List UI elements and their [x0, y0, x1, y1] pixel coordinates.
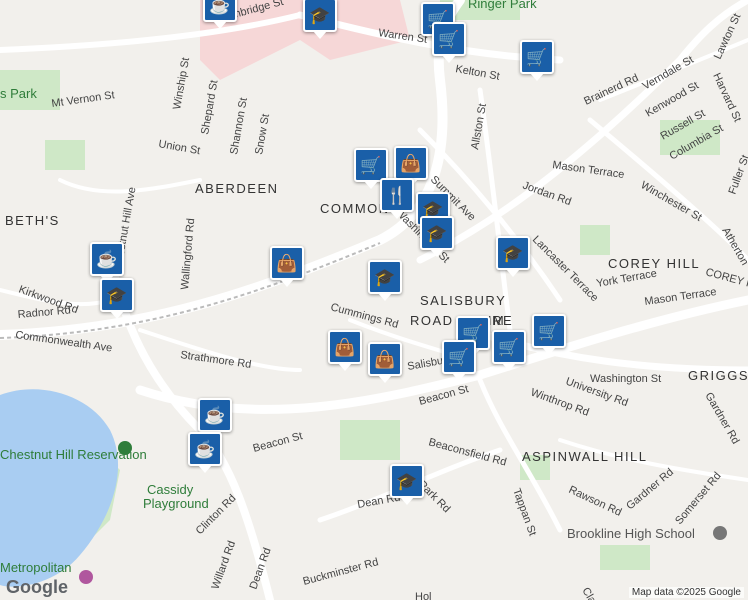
- poi-label-playground: Playground: [143, 496, 209, 511]
- cafe-marker[interactable]: ☕: [203, 0, 237, 29]
- area-label-beths: BETH'S: [5, 213, 60, 228]
- google-logo: Google: [6, 577, 68, 597]
- cafe-marker[interactable]: ☕: [90, 242, 124, 283]
- park-pin-icon: [118, 441, 132, 455]
- shop-marker[interactable]: 🛒: [432, 22, 466, 63]
- shop-marker[interactable]: 🛒: [520, 40, 554, 81]
- shop-marker[interactable]: 🛒: [532, 314, 566, 355]
- cafe-marker[interactable]: ☕: [188, 432, 222, 473]
- area-label-griggs: GRIGGS: [688, 368, 748, 383]
- shopping-bag-marker[interactable]: 👜: [328, 330, 362, 371]
- park-area-south: [600, 545, 650, 570]
- school-marker[interactable]: 🎓: [368, 260, 402, 301]
- shopping-bag-marker[interactable]: 👜: [394, 146, 428, 187]
- map-attribution: Map data ©2025 Google: [628, 587, 744, 598]
- school-marker[interactable]: 🎓: [100, 278, 134, 319]
- school-marker[interactable]: 🎓: [390, 464, 424, 505]
- school-marker[interactable]: 🎓: [496, 236, 530, 277]
- road-label-hol: Hol: [415, 591, 432, 600]
- school-pin-icon: [713, 526, 727, 540]
- shopping-bag-marker[interactable]: 👜: [270, 246, 304, 287]
- area-label-salisbury: SALISBURY: [420, 293, 506, 308]
- restaurant-marker[interactable]: 🍴: [380, 178, 414, 219]
- cafe-marker[interactable]: ☕: [198, 398, 232, 439]
- poi-label-metropolitan: Metropolitan: [0, 560, 72, 575]
- road-label-washington-st-south: Washington St: [590, 373, 661, 385]
- area-label-aspinwall-hill: ASPINWALL HILL: [522, 449, 648, 464]
- shop-marker[interactable]: 🛒: [442, 340, 476, 381]
- park-area-beacon: [340, 420, 400, 460]
- poi-label-s-park: s Park: [0, 86, 37, 101]
- museum-pin-icon: [79, 570, 93, 584]
- school-label-brookline-high: Brookline High School: [567, 526, 695, 541]
- park-area-corey: [580, 225, 610, 255]
- school-marker[interactable]: 🎓: [303, 0, 337, 39]
- school-marker[interactable]: 🎓: [420, 216, 454, 257]
- poi-label-ringer-park: Ringer Park: [468, 0, 537, 11]
- shop-marker[interactable]: 🛒: [354, 148, 388, 189]
- shopping-bag-marker[interactable]: 👜: [368, 342, 402, 383]
- area-label-aberdeen: ABERDEEN: [195, 181, 279, 196]
- poi-label-cassidy: Cassidy: [147, 482, 194, 497]
- shop-marker[interactable]: 🛒: [492, 330, 526, 371]
- park-area-small: [45, 140, 85, 170]
